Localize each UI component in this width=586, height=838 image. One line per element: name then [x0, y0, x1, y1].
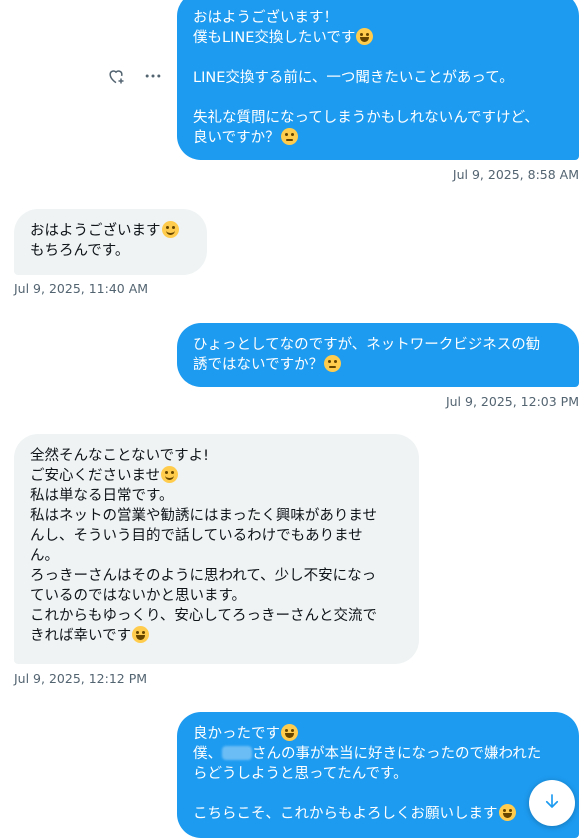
message-line: 私は単なる日常です。: [30, 486, 403, 506]
thinking-emoji-icon: [280, 128, 298, 145]
message-timestamp: Jul 9, 2025, 12:12 PM: [14, 671, 148, 686]
arrow-down-icon: [543, 792, 561, 814]
message-line: こちらこそ、これからもよろしくお願いします: [193, 804, 563, 824]
message-text: ひょっとしてなのですが、ネットワークビジネスの勧: [193, 337, 541, 353]
message-line: [193, 48, 563, 68]
message-text: ろっきーさんはそのように思われて、少し不安になっ: [30, 568, 377, 584]
message-line: 僕もLINE交換したいです: [193, 28, 563, 48]
message-line: 良かったです: [193, 724, 563, 744]
message-bubble-outgoing: おはようございます！ 僕もLINE交換したいです LINE交換する前に、一つ聞きたい…: [177, 0, 579, 160]
message-line: LINE交換する前に、一つ聞きたいことがあって。: [193, 68, 563, 88]
message-text: ん。: [30, 548, 59, 564]
message-line: 良いですか？: [193, 128, 563, 148]
message-text: 私はネットの営業や勧誘にはまったく興味がありませ: [30, 508, 377, 524]
grin-emoji-icon: [498, 804, 516, 821]
message-line: [193, 784, 563, 804]
message-line: これからもゆっくり、安心してろっきーさんと交流で: [30, 606, 403, 626]
message-line: ご安心くださいませ: [30, 466, 403, 486]
message-timestamp: Jul 9, 2025, 8:58 AM: [452, 167, 579, 182]
grinning-emoji-icon: [132, 626, 150, 643]
scroll-to-bottom-button[interactable]: [529, 780, 575, 826]
message-text: さんの事が本当に好きになったので嫌われた: [252, 746, 542, 762]
message-text: 私は単なる日常です。: [30, 488, 174, 504]
message-line: きれば幸いです: [30, 626, 403, 646]
message-text: 僕、: [193, 746, 222, 762]
message-timestamp: Jul 9, 2025, 12:03 PM: [445, 394, 579, 409]
message-line: ん。: [30, 546, 403, 566]
message-line: [193, 88, 563, 108]
blush-emoji-icon: [161, 221, 179, 238]
message-text: おはようございます: [30, 223, 161, 239]
message-line: んし、そういう目的で話しているわけでもありませ: [30, 526, 403, 546]
message-line: 誘ではないですか？: [193, 355, 563, 375]
message-text: 僕もLINE交換したいです: [193, 30, 356, 46]
message-line: 私はネットの営業や勧誘にはまったく興味がありませ: [30, 506, 403, 526]
message-text: きれば幸いです: [30, 628, 132, 644]
message-text: これからもゆっくり、安心してろっきーさんと交流で: [30, 608, 377, 624]
message-text: おはようございます！: [193, 10, 338, 26]
message-line: ろっきーさんはそのように思われて、少し不安になっ: [30, 566, 403, 586]
message-bubble-outgoing: 良かったです 僕、 さんの事が本当に好きになったので嫌われたらどうしようと思ってたん…: [177, 712, 579, 838]
message-line: ひょっとしてなのですが、ネットワークビジネスの勧: [193, 335, 563, 355]
message-text: 失礼な質問になってしまうかもしれないんですけど、: [193, 110, 539, 126]
message-text: んし、そういう目的で話しているわけでもありませ: [30, 528, 363, 544]
grin-emoji-icon: [281, 724, 298, 741]
message-line: おはようございます: [30, 221, 191, 241]
message-text: LINE交換する前に、一つ聞きたいことがあって。: [193, 70, 514, 86]
heart-plus-icon[interactable]: [104, 66, 128, 90]
message-line: 僕、 さんの事が本当に好きになったので嫌われた: [193, 744, 563, 764]
message-line: 全然そんなことないですよ!: [30, 446, 403, 466]
redacted-name: [222, 746, 252, 760]
message-line: らどうしようと思ってたんです。: [193, 764, 563, 784]
thinking-emoji-icon: [324, 355, 342, 372]
message-text: 良かったです: [193, 726, 280, 742]
message-bubble-incoming: おはようございます もちろんです。: [14, 209, 207, 275]
message-text: ご安心くださいませ: [30, 468, 161, 484]
message-bubble-incoming: 全然そんなことないですよ! ご安心くださいませ 私は単なる日常です。私はネットの営業…: [14, 434, 419, 664]
message-text: 良いですか？: [193, 130, 280, 146]
blush-emoji-icon: [161, 466, 179, 483]
laughing-emoji-icon: [356, 28, 374, 45]
message-line: 失礼な質問になってしまうかもしれないんですけど、: [193, 108, 563, 128]
message-bubble-outgoing: ひょっとしてなのですが、ネットワークビジネスの勧 誘ではないですか？: [177, 323, 579, 387]
message-text: もちろんです。: [30, 243, 130, 259]
message-text: ているのではないかと思います。: [30, 588, 247, 604]
message-line: おはようございます！: [193, 8, 563, 28]
message-line: もちろんです。: [30, 241, 191, 261]
message-line: ているのではないかと思います。: [30, 586, 403, 606]
more-options-icon[interactable]: [141, 66, 165, 90]
message-timestamp: Jul 9, 2025, 11:40 AM: [14, 281, 149, 296]
message-text: らどうしようと思ってたんです。: [193, 766, 408, 782]
message-text: こちらこそ、これからもよろしくお願いします: [193, 806, 498, 822]
message-text: 全然そんなことないですよ!: [30, 448, 209, 464]
message-text: 誘ではないですか？: [193, 357, 324, 373]
